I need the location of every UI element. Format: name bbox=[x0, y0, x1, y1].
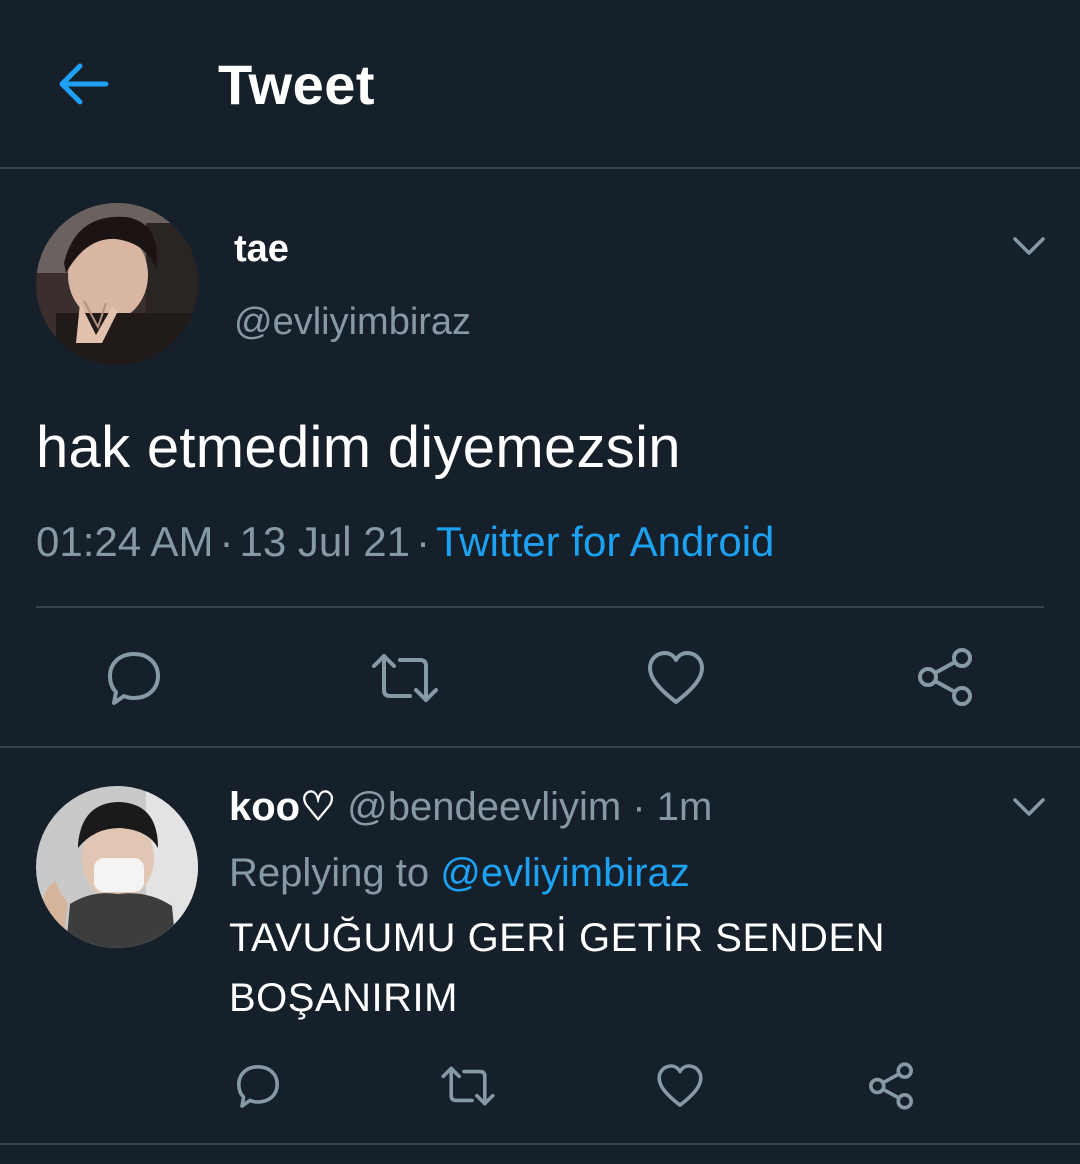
replying-to-label: Replying to bbox=[229, 851, 430, 895]
chevron-down-icon bbox=[1013, 237, 1045, 255]
avatar[interactable] bbox=[36, 786, 198, 948]
retweet-button[interactable] bbox=[440, 1062, 496, 1110]
divider bbox=[36, 606, 1044, 608]
profile-photo bbox=[36, 786, 198, 948]
arrow-left-icon bbox=[59, 63, 109, 105]
tweet-meta: 01:24 AM · 13 Jul 21 · Twitter for Android bbox=[36, 514, 774, 570]
reply-icon bbox=[108, 652, 160, 705]
divider bbox=[0, 1143, 1080, 1145]
like-button[interactable] bbox=[646, 648, 706, 708]
avatar[interactable] bbox=[36, 203, 198, 365]
page-title: Tweet bbox=[218, 53, 376, 116]
author-name[interactable]: tae bbox=[234, 226, 289, 272]
meta-separator: · bbox=[219, 518, 234, 565]
share-button[interactable] bbox=[914, 646, 976, 708]
meta-separator: · bbox=[632, 785, 646, 829]
reply-author-name[interactable]: koo♡ bbox=[229, 785, 336, 829]
reply-menu-button[interactable] bbox=[1011, 795, 1047, 819]
reply-icon bbox=[237, 1065, 279, 1108]
back-button[interactable] bbox=[52, 52, 116, 116]
tweet-menu-button[interactable] bbox=[1011, 234, 1047, 258]
share-icon bbox=[918, 648, 972, 706]
retweet-button[interactable] bbox=[370, 648, 440, 708]
share-icon bbox=[869, 1062, 913, 1110]
reply-author-handle[interactable]: @bendeevliyim bbox=[347, 785, 621, 829]
tweet-time: 01:24 AM bbox=[36, 518, 214, 565]
retweet-icon bbox=[441, 1066, 495, 1106]
heart-icon bbox=[648, 651, 704, 704]
meta-separator: · bbox=[415, 518, 430, 565]
profile-photo bbox=[36, 203, 198, 365]
share-button[interactable] bbox=[866, 1061, 916, 1111]
chevron-down-icon bbox=[1013, 798, 1045, 816]
reply-text: TAVUĞUMU GERİ GETİR SENDEN BOŞANIRIM bbox=[229, 916, 886, 1020]
reply-time: 1m bbox=[656, 785, 713, 829]
top-app-bar: Tweet bbox=[0, 0, 1080, 169]
tweet-source-link[interactable]: Twitter for Android bbox=[436, 518, 774, 565]
replying-to-handle[interactable]: @evliyimbiraz bbox=[440, 851, 690, 895]
author-handle[interactable]: @evliyimbiraz bbox=[234, 297, 471, 347]
heart-icon bbox=[657, 1064, 703, 1107]
reply-button[interactable] bbox=[234, 1062, 282, 1110]
retweet-icon bbox=[372, 654, 438, 702]
replying-to: Replying to @evliyimbiraz bbox=[229, 846, 690, 900]
tweet-text: hak etmedim diyemezsin bbox=[36, 415, 681, 480]
divider bbox=[0, 746, 1080, 748]
tweet-date: 13 Jul 21 bbox=[239, 518, 410, 565]
reply-button[interactable] bbox=[104, 648, 164, 708]
like-button[interactable] bbox=[656, 1062, 704, 1110]
reply-header: koo♡ @bendeevliyim · 1m bbox=[229, 780, 712, 834]
